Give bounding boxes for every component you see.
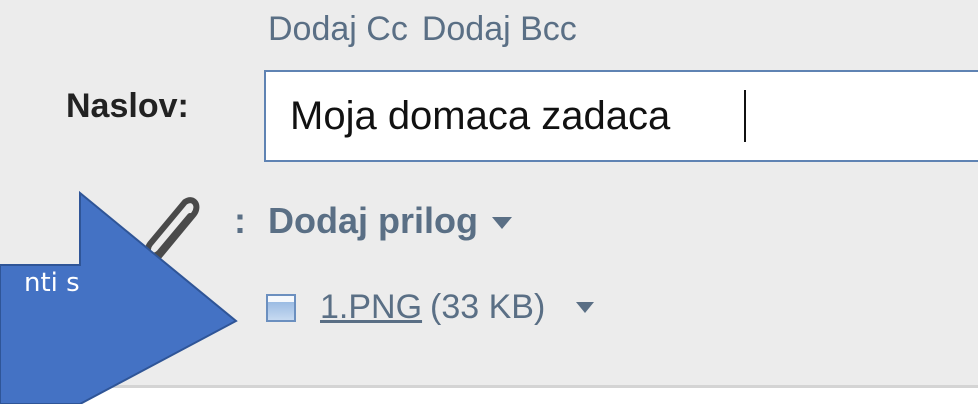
add-attachment-label: Dodaj prilog — [268, 200, 478, 241]
attachment-size: (33 KB) — [430, 288, 546, 326]
add-bcc-link[interactable]: Dodaj Bcc — [422, 10, 577, 48]
callout-arrow — [0, 190, 238, 404]
callout-text: nti s — [24, 268, 80, 298]
cc-bcc-links: Dodaj Cc Dodaj Bcc — [268, 10, 577, 49]
image-file-icon — [266, 294, 296, 322]
add-cc-link[interactable]: Dodaj Cc — [268, 10, 408, 48]
attachment-menu-arrow-icon[interactable] — [576, 302, 594, 313]
add-attachment-button[interactable]: Dodaj prilog — [268, 200, 512, 242]
subject-input[interactable] — [290, 86, 978, 146]
subject-field[interactable] — [264, 70, 978, 162]
dropdown-arrow-icon — [492, 217, 512, 230]
text-caret — [744, 90, 746, 142]
attachment-name-link[interactable]: 1.PNG — [320, 288, 422, 327]
